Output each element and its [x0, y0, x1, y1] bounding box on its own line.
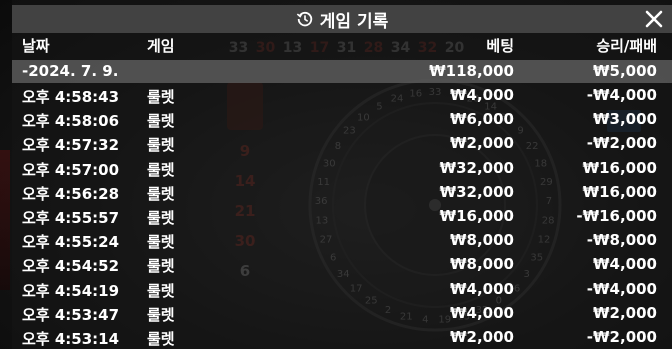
row-bet: ₩4,000 [450, 279, 514, 298]
row-game: 룰렛 [147, 305, 175, 324]
row-game: 룰렛 [147, 136, 175, 155]
dialog-title: 게임 기록 [319, 11, 389, 32]
row-bet: ₩2,000 [450, 328, 514, 346]
game-screen: 333013173128343220 91421306 331201431922… [0, 0, 672, 349]
close-icon[interactable] [642, 7, 666, 31]
row-bet: ₩4,000 [450, 86, 514, 104]
row-game: 룰렛 [147, 184, 175, 203]
row-bet: ₩8,000 [450, 255, 514, 274]
row-time: 오후 4:55:57 [22, 209, 120, 227]
row-win-loss: -₩2,000 [586, 328, 657, 346]
table-row[interactable]: 오후 4:54:52 룰렛 ₩8,000 ₩4,000 [12, 253, 672, 279]
row-win-loss: -₩4,000 [586, 86, 657, 104]
table-row[interactable]: 오후 4:53:47 룰렛 ₩4,000 ₩2,000 [12, 302, 672, 328]
row-time: 오후 4:57:00 [22, 160, 120, 179]
row-bet: ₩32,000 [439, 182, 514, 201]
row-time: 오후 4:57:32 [22, 136, 120, 155]
table-row[interactable]: 오후 4:57:32 룰렛 ₩2,000 -₩2,000 [12, 132, 672, 158]
summary-bet: ₩118,000 [429, 62, 514, 80]
date-summary-row[interactable]: -2024. 7. 9. ₩118,000 ₩5,000 [12, 60, 672, 83]
table-row[interactable]: 오후 4:58:43 룰렛 ₩4,000 -₩4,000 [12, 84, 672, 110]
table-row[interactable]: 오후 4:57:00 룰렛 ₩32,000 ₩16,000 [12, 157, 672, 183]
row-win-loss: -₩8,000 [586, 231, 657, 250]
row-game: 룰렛 [147, 160, 175, 179]
row-time: 오후 4:58:06 [22, 112, 120, 131]
column-header-date: 날짜 [22, 37, 50, 55]
row-game: 룰렛 [147, 330, 175, 348]
dialog-title-bar: 게임 기록 [12, 5, 672, 33]
row-time: 오후 4:58:43 [22, 88, 120, 106]
summary-win-loss: ₩5,000 [593, 62, 657, 80]
table-row[interactable]: 오후 4:53:14 룰렛 ₩2,000 -₩2,000 [12, 326, 672, 349]
row-game: 룰렛 [147, 233, 175, 252]
table-row[interactable]: 오후 4:56:28 룰렛 ₩32,000 ₩16,000 [12, 181, 672, 207]
row-bet: ₩4,000 [450, 303, 514, 322]
column-header-game: 게임 [147, 37, 175, 55]
row-time: 오후 4:54:52 [22, 257, 120, 276]
row-win-loss: ₩3,000 [593, 110, 657, 129]
table-row[interactable]: 오후 4:55:24 룰렛 ₩8,000 -₩8,000 [12, 229, 672, 255]
row-win-loss: ₩16,000 [582, 182, 657, 201]
row-game: 룰렛 [147, 112, 175, 131]
history-icon [296, 11, 312, 27]
row-time: 오후 4:53:47 [22, 305, 120, 324]
row-win-loss: ₩4,000 [593, 255, 657, 274]
row-bet: ₩32,000 [439, 158, 514, 177]
row-bet: ₩2,000 [450, 134, 514, 153]
table-row[interactable]: 오후 4:54:19 룰렛 ₩4,000 -₩4,000 [12, 278, 672, 304]
row-win-loss: -₩16,000 [576, 207, 657, 225]
row-time: 오후 4:54:19 [22, 281, 120, 300]
row-bet: ₩6,000 [450, 110, 514, 129]
row-game: 룰렛 [147, 281, 175, 300]
table-row[interactable]: 오후 4:55:57 룰렛 ₩16,000 -₩16,000 [12, 205, 672, 231]
row-game: 룰렛 [147, 209, 175, 227]
table-row[interactable]: 오후 4:58:06 룰렛 ₩6,000 ₩3,000 [12, 108, 672, 134]
column-header-win-loss: 승리/패배 [596, 37, 657, 55]
row-time: 오후 4:56:28 [22, 184, 120, 203]
row-win-loss: -₩4,000 [586, 279, 657, 298]
row-time: 오후 4:53:14 [22, 330, 120, 348]
row-game: 룰렛 [147, 257, 175, 276]
background-left-panel [0, 150, 10, 290]
row-win-loss: -₩2,000 [586, 134, 657, 153]
table-header: 날짜 게임 베팅 승리/패배 [12, 35, 672, 59]
row-bet: ₩8,000 [450, 231, 514, 250]
row-game: 룰렛 [147, 88, 175, 106]
row-bet: ₩16,000 [439, 207, 514, 225]
column-header-bet: 베팅 [486, 37, 514, 55]
row-win-loss: ₩2,000 [593, 303, 657, 322]
summary-date: -2024. 7. 9. [22, 62, 119, 80]
row-time: 오후 4:55:24 [22, 233, 120, 252]
row-win-loss: ₩16,000 [582, 158, 657, 177]
